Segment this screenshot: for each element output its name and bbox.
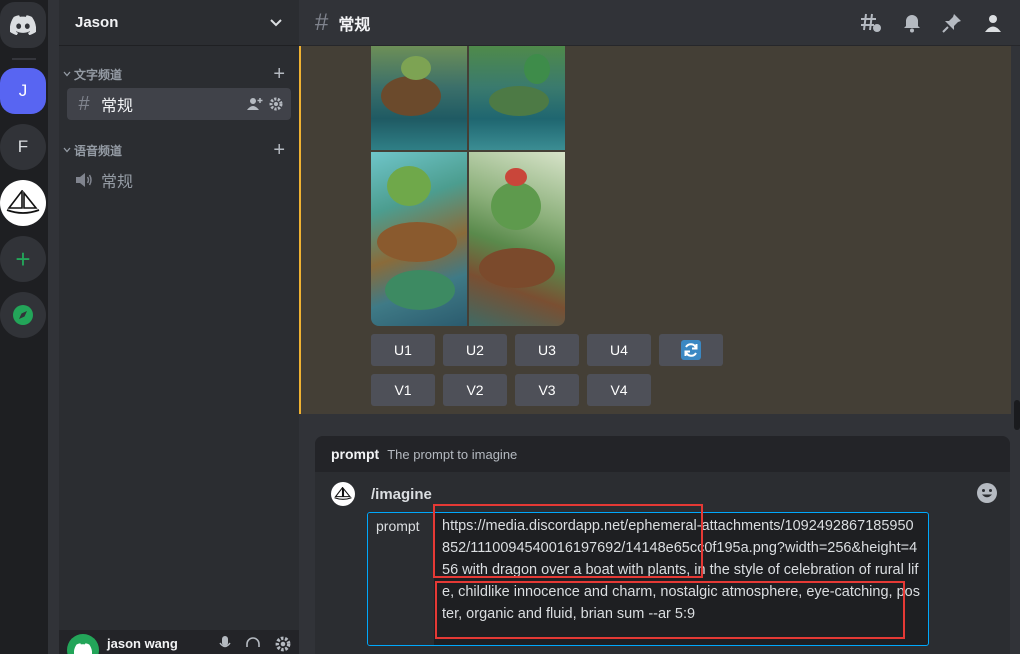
channel-item-general-voice[interactable]: 常规 (67, 164, 291, 196)
member-list-icon[interactable] (982, 13, 1004, 33)
option-hint-bar: prompt The prompt to imagine (315, 436, 1010, 472)
discord-app: J F + Jason 文字频道 + # 常规 语音频道 + 常规 jason … (0, 0, 1020, 654)
add-server-button[interactable]: + (0, 236, 46, 282)
category-voice-channels[interactable]: 语音频道 + (59, 140, 299, 160)
speaker-icon (76, 173, 92, 187)
channel-label: 常规 (101, 174, 134, 191)
server-f-button[interactable]: F (0, 124, 46, 170)
channel-label: 常规 (101, 98, 134, 115)
server-rail: J F + (0, 0, 48, 654)
variation-3-button[interactable]: V3 (515, 374, 579, 406)
midjourney-boat-icon (6, 190, 40, 214)
upscale-4-button[interactable]: U4 (587, 334, 651, 366)
command-row: /imagine (331, 482, 432, 506)
user-name[interactable]: jason wang (107, 636, 178, 651)
annotation-prompt-box (435, 581, 905, 639)
midjourney-bot-avatar (331, 482, 355, 506)
channel-title: 常规 (338, 16, 371, 34)
annotation-url-box (433, 504, 703, 578)
create-channel-plus-icon[interactable]: + (273, 64, 285, 84)
threads-icon[interactable] (860, 13, 882, 33)
rail-separator (12, 58, 36, 60)
chevron-down-icon (270, 18, 282, 26)
compass-icon (13, 305, 33, 325)
midjourney-boat-icon (334, 487, 352, 500)
category-label: 语音频道 (74, 143, 123, 158)
bell-icon[interactable] (902, 13, 922, 33)
channel-item-general-text[interactable]: # 常规 (67, 88, 291, 120)
server-j-label: J (18, 81, 28, 100)
microphone-icon[interactable] (219, 636, 231, 652)
smiley-icon (977, 483, 997, 503)
image-tile-2[interactable] (469, 46, 565, 150)
user-panel: jason wang (59, 630, 299, 654)
headphones-icon[interactable] (245, 636, 261, 652)
avatar[interactable] (67, 634, 99, 654)
guild-name: Jason (75, 14, 119, 31)
upscale-1-button[interactable]: U1 (371, 334, 435, 366)
gear-icon[interactable] (269, 97, 283, 111)
category-label: 文字频道 (74, 67, 123, 82)
server-midjourney-button[interactable] (0, 180, 46, 226)
upscale-3-button[interactable]: U3 (515, 334, 579, 366)
bot-message-highlighted: U1 U2 U3 U4 V1 V2 V3 V4 (299, 46, 1011, 414)
chevron-down-icon (63, 71, 71, 77)
hash-icon: # (78, 92, 90, 115)
chevron-down-icon (63, 147, 71, 153)
image-tile-3[interactable] (371, 152, 467, 326)
option-name: prompt (331, 446, 380, 462)
server-j-button[interactable]: J (0, 68, 46, 114)
discord-logo-icon (10, 15, 36, 35)
option-description: The prompt to imagine (387, 446, 518, 462)
gear-icon[interactable] (275, 636, 291, 652)
guild-header[interactable]: Jason (59, 0, 299, 46)
category-text-channels[interactable]: 文字频道 + (59, 64, 299, 84)
upscale-2-button[interactable]: U2 (443, 334, 507, 366)
image-tile-1[interactable] (371, 46, 467, 150)
create-channel-plus-icon[interactable]: + (273, 140, 285, 160)
emoji-button[interactable] (976, 482, 998, 509)
variation-4-button[interactable]: V4 (587, 374, 651, 406)
explore-servers-button[interactable] (0, 292, 46, 338)
hash-icon: # (315, 8, 329, 36)
discord-logo-icon (74, 643, 92, 654)
command-name: /imagine (371, 485, 432, 503)
variation-1-button[interactable]: V1 (371, 374, 435, 406)
scrollbar-thumb[interactable] (1014, 400, 1020, 430)
channel-sidebar: Jason 文字频道 + # 常规 语音频道 + 常规 jason wang (59, 0, 299, 654)
main-chat: # 常规 U1 U2 U3 U4 V1 V2 V3 V4 prompt The … (299, 0, 1020, 654)
image-tile-4[interactable] (469, 152, 565, 326)
server-f-label: F (17, 137, 29, 156)
reroll-button[interactable] (659, 334, 723, 366)
generated-image-grid[interactable] (371, 46, 565, 326)
channel-header: # 常规 (299, 0, 1020, 46)
invite-user-icon[interactable] (247, 97, 263, 111)
prompt-option-label: prompt (368, 513, 434, 645)
refresh-icon (681, 340, 701, 360)
pin-icon[interactable] (942, 13, 962, 33)
discord-home-button[interactable] (0, 2, 46, 48)
variation-2-button[interactable]: V2 (443, 374, 507, 406)
plus-icon: + (15, 243, 31, 274)
